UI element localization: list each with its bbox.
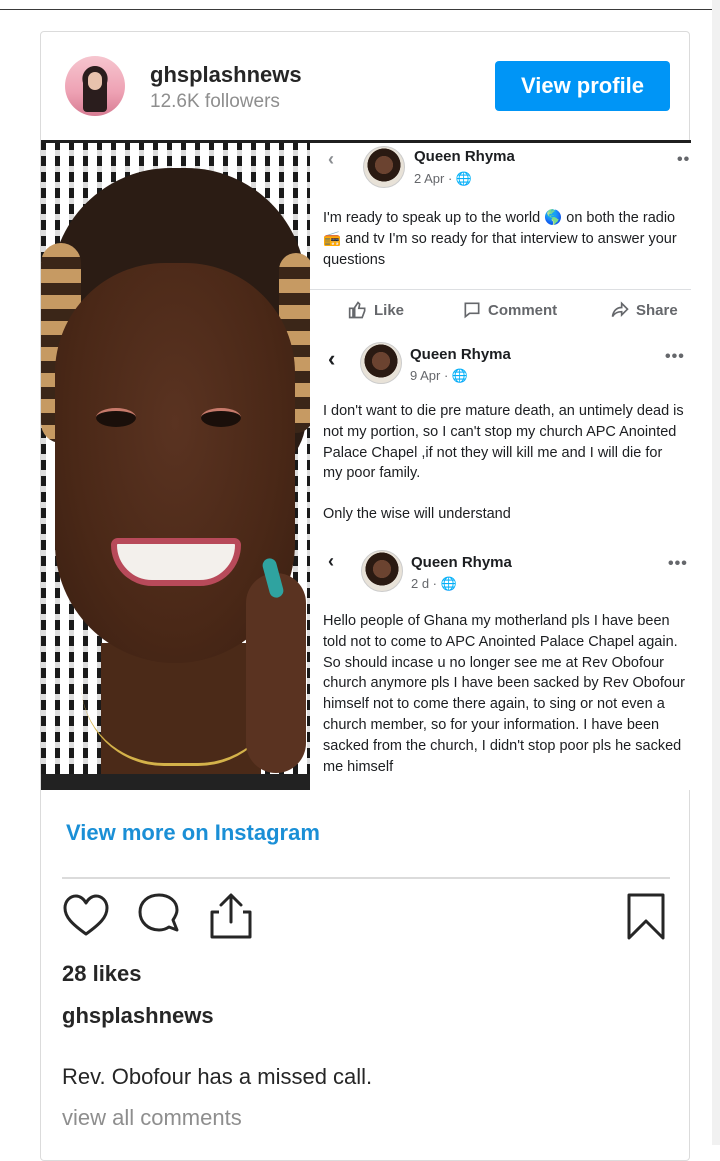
card-header: ghsplashnews 12.6K followers View profil… xyxy=(41,32,689,140)
fb-divider xyxy=(310,289,691,290)
fb-post-text: I'm ready to speak up to the world 🌎 on … xyxy=(323,210,677,268)
fb-avatar xyxy=(360,342,402,384)
fb-avatar xyxy=(361,550,403,592)
avatar-face xyxy=(88,72,102,90)
globe-icon: 🌐 xyxy=(455,171,473,186)
view-more-link[interactable]: View more on Instagram xyxy=(66,820,320,846)
hand xyxy=(246,573,306,773)
post-image[interactable]: ‹ Queen Rhyma 2 Apr · 🌐 •• I'm ready to … xyxy=(41,140,691,790)
fb-post-date: 9 Apr · 🌐 xyxy=(410,368,468,384)
scrollbar-track[interactable] xyxy=(712,0,720,1145)
more-dots-icon: ••• xyxy=(665,348,685,365)
fb-share-label: Share xyxy=(636,301,678,319)
fb-post-1: ‹ Queen Rhyma 2 Apr · 🌐 •• I'm ready to … xyxy=(310,143,691,319)
back-chevron-icon: ‹ xyxy=(328,149,334,169)
comment-icon[interactable] xyxy=(135,892,183,940)
fb-like: Like xyxy=(348,300,404,320)
bookmark-icon[interactable] xyxy=(622,892,670,940)
fb-post-3: ‹ Queen Rhyma 2 d · 🌐 ••• Hello people o… xyxy=(310,543,691,790)
caption-text: Rev. Obofour has a missed call. xyxy=(62,1064,373,1089)
share-arrow-icon xyxy=(611,301,629,318)
fb-date-text: 9 Apr · xyxy=(410,368,452,383)
globe-icon: 🌐 xyxy=(451,368,469,383)
fb-avatar xyxy=(363,146,405,188)
like-count[interactable]: 28 likes xyxy=(62,961,142,987)
instagram-embed-card: ghsplashnews 12.6K followers View profil… xyxy=(40,31,691,1161)
fb-author-name: Queen Rhyma xyxy=(414,148,515,165)
top-rule xyxy=(0,0,720,10)
photo-bottom-bar xyxy=(41,774,310,790)
fb-share: Share xyxy=(610,300,678,320)
fb-post-2: ‹ Queen Rhyma 9 Apr · 🌐 ••• I don't want… xyxy=(310,338,691,538)
fb-post-text: Hello people of Ghana my motherland pls … xyxy=(323,613,685,775)
fb-comment: Comment xyxy=(462,300,557,320)
post-actions xyxy=(62,892,670,944)
profile-username[interactable]: ghsplashnews xyxy=(150,62,302,88)
view-profile-button[interactable]: View profile xyxy=(495,61,670,111)
follower-count: 12.6K followers xyxy=(150,91,280,112)
globe-icon: 🌐 xyxy=(440,576,457,591)
fb-author-name: Queen Rhyma xyxy=(411,554,512,571)
fb-post-text: I don't want to die pre mature death, an… xyxy=(323,403,684,482)
fb-comment-label: Comment xyxy=(488,301,558,319)
fb-author-name: Queen Rhyma xyxy=(410,346,511,363)
thumbs-up-icon xyxy=(348,301,366,319)
profile-avatar[interactable] xyxy=(65,56,125,116)
facebook-screenshots: ‹ Queen Rhyma 2 Apr · 🌐 •• I'm ready to … xyxy=(310,143,691,790)
smile xyxy=(111,538,241,586)
caption-username[interactable]: ghsplashnews xyxy=(62,1003,214,1029)
left-eye xyxy=(96,408,136,427)
speech-bubble-icon xyxy=(464,302,480,319)
fb-date-text: 2 Apr · xyxy=(414,171,456,186)
more-dots-icon: ••• xyxy=(668,555,688,572)
divider xyxy=(62,877,670,879)
fb-action-bar: Like Comment Share xyxy=(310,296,691,326)
back-chevron-icon: ‹ xyxy=(328,551,334,571)
heart-icon[interactable] xyxy=(62,892,110,940)
fb-post-date: 2 d · 🌐 xyxy=(411,576,457,592)
fb-post-date: 2 Apr · 🌐 xyxy=(414,171,472,187)
more-dots-icon: •• xyxy=(677,151,691,168)
share-icon[interactable] xyxy=(207,892,255,940)
right-eye xyxy=(201,408,241,427)
view-all-comments-link[interactable]: view all comments xyxy=(62,1105,242,1131)
fb-like-label: Like xyxy=(374,301,405,319)
woman-photo xyxy=(41,143,310,790)
fb-date-text: 2 d · xyxy=(411,576,441,591)
back-chevron-icon: ‹ xyxy=(328,346,336,371)
fb-post-text-2: Only the wise will understand xyxy=(323,506,511,522)
